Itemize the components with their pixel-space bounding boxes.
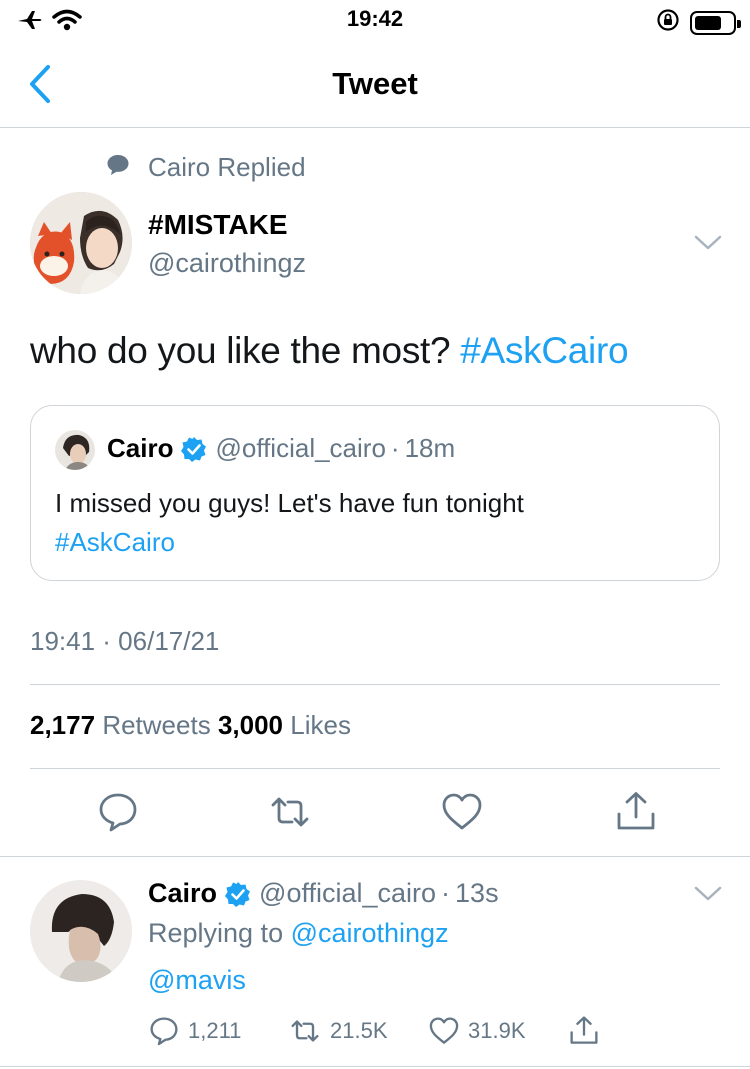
author-name[interactable]: #MISTAKE	[148, 209, 288, 241]
quoted-tweet-time: 18m	[404, 433, 456, 463]
replying-to-mention[interactable]: @cairothingz	[291, 918, 449, 948]
quoted-author-name: Cairo	[107, 433, 174, 463]
separator-dot: ·	[390, 433, 400, 463]
retweet-count: 21.5K	[330, 1018, 388, 1043]
page-title: Tweet	[332, 66, 418, 101]
verified-badge-icon	[181, 436, 207, 462]
reply-like-button[interactable]: 31.9K	[428, 1015, 526, 1047]
battery-icon	[690, 10, 741, 35]
reply-author-avatar[interactable]	[30, 880, 132, 982]
quoted-tweet-header: Cairo @official_cairo · 18m	[107, 433, 455, 464]
retweet-icon	[271, 797, 309, 827]
reply-author-name[interactable]: Cairo	[148, 878, 217, 909]
likes-count[interactable]: 3,000	[218, 710, 283, 740]
reply-retweet-button[interactable]: 21.5K	[288, 1015, 388, 1047]
status-bar: 19:42	[0, 0, 750, 44]
replying-to-line: Replying to @cairothingz	[148, 918, 449, 949]
share-icon	[617, 792, 655, 830]
tweet-text: who do you like the most? #AskCairo	[30, 330, 629, 372]
retweets-count[interactable]: 2,177	[30, 710, 95, 740]
quoted-tweet[interactable]: Cairo @official_cairo · 18m I missed you…	[30, 405, 720, 581]
quoted-tweet-text: I missed you guys! Let's have fun tonigh…	[55, 484, 695, 562]
reply-time: 13s	[455, 878, 499, 908]
social-context: Cairo Replied	[106, 152, 306, 183]
reply-icon	[99, 793, 137, 832]
navigation-bar: Tweet	[0, 44, 750, 128]
rotation-lock-icon	[656, 8, 680, 37]
separator-dot: ·	[441, 878, 451, 908]
reply-text: @mavis	[148, 965, 246, 996]
chevron-down-icon	[694, 886, 722, 901]
like-count: 31.9K	[468, 1018, 526, 1043]
status-time: 19:42	[346, 6, 404, 31]
quoted-tweet-text-content: I missed you guys! Let's have fun tonigh…	[55, 488, 524, 518]
quoted-author-handle: @official_cairo	[215, 433, 386, 463]
reply-button[interactable]	[96, 790, 140, 834]
retweet-icon	[291, 1020, 319, 1042]
reply-header: Cairo @official_cairo · 13s	[148, 878, 499, 909]
author-avatar[interactable]	[30, 192, 132, 294]
quoted-author-avatar	[55, 430, 95, 470]
tweet-text-content: who do you like the most?	[30, 330, 461, 371]
more-options-button[interactable]	[693, 233, 723, 253]
share-icon	[570, 1016, 598, 1044]
retweet-button[interactable]	[268, 790, 312, 834]
retweets-label[interactable]: Retweets	[102, 710, 210, 740]
tweet-action-bar	[0, 790, 750, 840]
divider	[30, 768, 720, 769]
replying-to-prefix: Replying to	[148, 918, 291, 948]
reply-count: 1,211	[188, 1018, 242, 1043]
engagement-stats: 2,177 Retweets 3,000 Likes	[30, 710, 351, 741]
verified-badge-icon	[225, 881, 251, 907]
chevron-down-icon	[694, 235, 722, 250]
section-divider	[0, 856, 750, 857]
likes-label[interactable]: Likes	[290, 710, 351, 740]
reply-reply-button[interactable]: 1,211	[148, 1015, 241, 1047]
speech-bubble-icon	[106, 153, 130, 182]
heart-icon	[442, 793, 482, 830]
status-right	[656, 8, 741, 37]
like-button[interactable]	[440, 790, 484, 834]
author-handle[interactable]: @cairothingz	[148, 248, 306, 279]
reply-icon	[150, 1017, 178, 1046]
tweet-detail-screen: 19:42 Tweet Cairo Replied #MISTAKE @cair…	[0, 0, 750, 1069]
reply-share-button[interactable]	[568, 1015, 600, 1047]
divider	[30, 684, 720, 685]
reply-mention[interactable]: @mavis	[148, 965, 246, 995]
heart-icon	[429, 1017, 459, 1044]
reply-more-options-button[interactable]	[693, 884, 723, 904]
share-button[interactable]	[614, 790, 658, 834]
bottom-divider	[0, 1066, 750, 1067]
reply-action-bar: 1,211 21.5K 31.9K	[148, 1015, 708, 1051]
tweet-hashtag[interactable]: #AskCairo	[460, 330, 628, 371]
quoted-tweet-hashtag[interactable]: #AskCairo	[55, 527, 175, 557]
reply-author-handle[interactable]: @official_cairo	[259, 878, 436, 909]
social-context-label: Cairo Replied	[148, 152, 306, 182]
tweet-timestamp: 19:41 · 06/17/21	[30, 626, 220, 656]
